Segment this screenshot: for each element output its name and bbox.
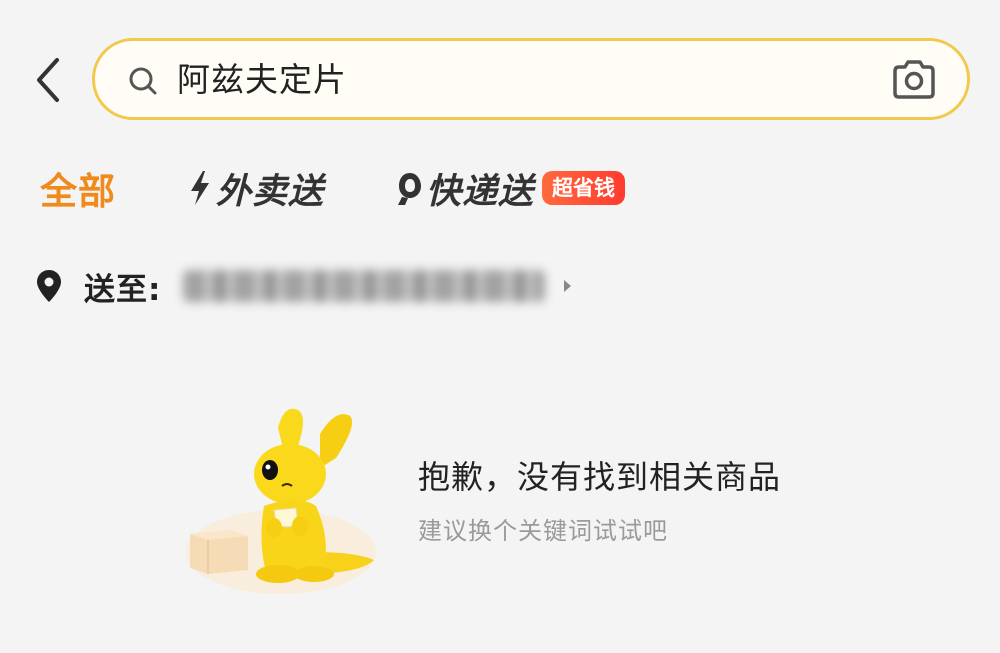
lightning-icon bbox=[191, 171, 209, 205]
search-icon bbox=[129, 67, 157, 95]
save-money-badge: 超省钱 bbox=[542, 171, 626, 205]
delivery-tabs: 全部 外卖送 快递送 超省钱 bbox=[0, 160, 1000, 216]
kangaroo-mascot-illustration bbox=[186, 408, 376, 594]
address-label: 送至: bbox=[84, 271, 162, 308]
tab-takeout-label: 外卖送 bbox=[216, 171, 325, 212]
empty-state-title: 抱歉，没有找到相关商品 bbox=[418, 458, 782, 496]
search-bar[interactable]: 阿兹夫定片 bbox=[92, 38, 970, 120]
empty-state-subtitle: 建议换个关键词试试吧 bbox=[418, 517, 668, 545]
tab-express-label: 快递送 bbox=[426, 171, 535, 212]
camera-icon[interactable] bbox=[889, 57, 939, 103]
location-pin-icon bbox=[37, 270, 61, 302]
courier-icon bbox=[398, 173, 421, 205]
tab-takeout[interactable]: 外卖送 bbox=[188, 160, 324, 216]
tab-all-label: 全部 bbox=[40, 170, 116, 213]
chevron-left-icon bbox=[37, 58, 59, 102]
redacted-address bbox=[183, 270, 546, 302]
search-input[interactable]: 阿兹夫定片 bbox=[177, 59, 347, 101]
back-button[interactable] bbox=[26, 52, 70, 108]
tab-express[interactable]: 快递送 超省钱 bbox=[396, 160, 626, 216]
delivery-address-row[interactable]: 送至: bbox=[36, 260, 636, 312]
caret-right-icon bbox=[564, 280, 572, 292]
tab-all[interactable]: 全部 bbox=[40, 160, 116, 216]
